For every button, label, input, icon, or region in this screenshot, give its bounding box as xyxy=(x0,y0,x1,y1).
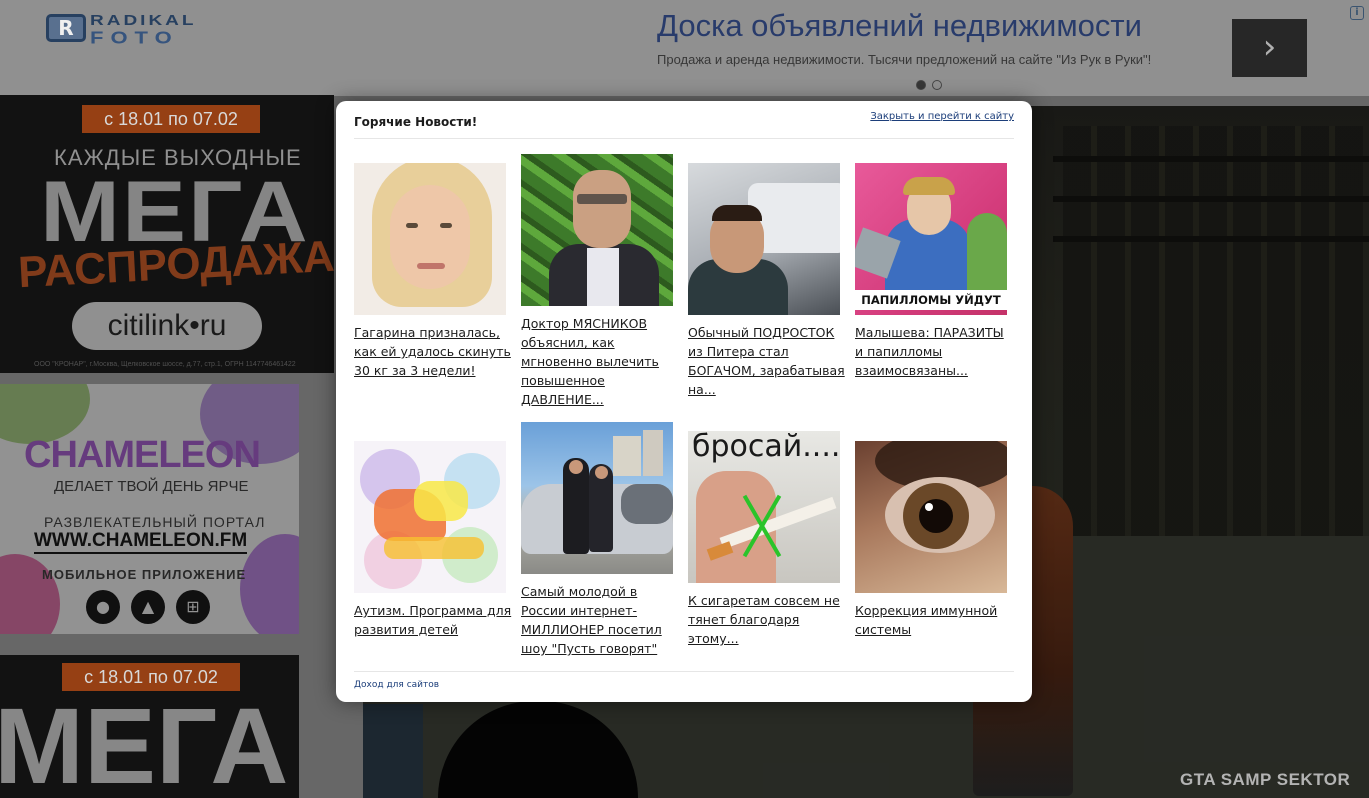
modal-title: Горячие Новости! xyxy=(354,115,478,129)
hot-news-modal: Горячие Новости! Закрыть и перейти к сай… xyxy=(336,101,1032,702)
news-image-couple-car[interactable] xyxy=(521,422,673,574)
news-image-doctor-cucumbers[interactable] xyxy=(521,154,673,306)
news-caption[interactable]: Малышева: ПАРАЗИТЫ и папилломы взаимосвя… xyxy=(855,323,1013,380)
news-caption[interactable]: Коррекция иммунной системы xyxy=(855,601,1013,639)
news-caption[interactable]: Аутизм. Программа для развития детей xyxy=(354,601,512,639)
news-caption[interactable]: К сигаретам совсем не тянет благодаря эт… xyxy=(688,591,846,648)
news-caption[interactable]: Обычный ПОДРОСТОК из Питера стал БОГАЧОМ… xyxy=(688,323,846,399)
news-image-woman-portrait[interactable] xyxy=(354,163,506,315)
news-image-overlay-text: ПАПИЛЛОМЫ УЙДУТ xyxy=(855,290,1007,310)
news-image-tv-show[interactable]: ПАПИЛЛОМЫ УЙДУТ xyxy=(855,163,1007,315)
divider xyxy=(354,138,1014,139)
news-image-eye-closeup[interactable] xyxy=(855,441,1007,593)
news-caption[interactable]: Доктор МЯСНИКОВ объяснил, как мгновенно … xyxy=(521,314,679,409)
news-caption[interactable]: Самый молодой в России интернет-МИЛЛИОНЕ… xyxy=(521,582,679,658)
news-image-cigarette[interactable]: бросай.... xyxy=(688,431,840,583)
news-image-autism-drawing[interactable] xyxy=(354,441,506,593)
news-image-teen-car-selfie[interactable] xyxy=(688,163,840,315)
close-and-go-link[interactable]: Закрыть и перейти к сайту xyxy=(870,111,1014,122)
news-caption[interactable]: Гагарина призналась, как ей удалось скин… xyxy=(354,323,512,380)
news-image-overlay-text: бросай.... xyxy=(692,431,840,464)
income-for-sites-link[interactable]: Доход для сайтов xyxy=(354,680,439,690)
divider xyxy=(354,671,1014,672)
